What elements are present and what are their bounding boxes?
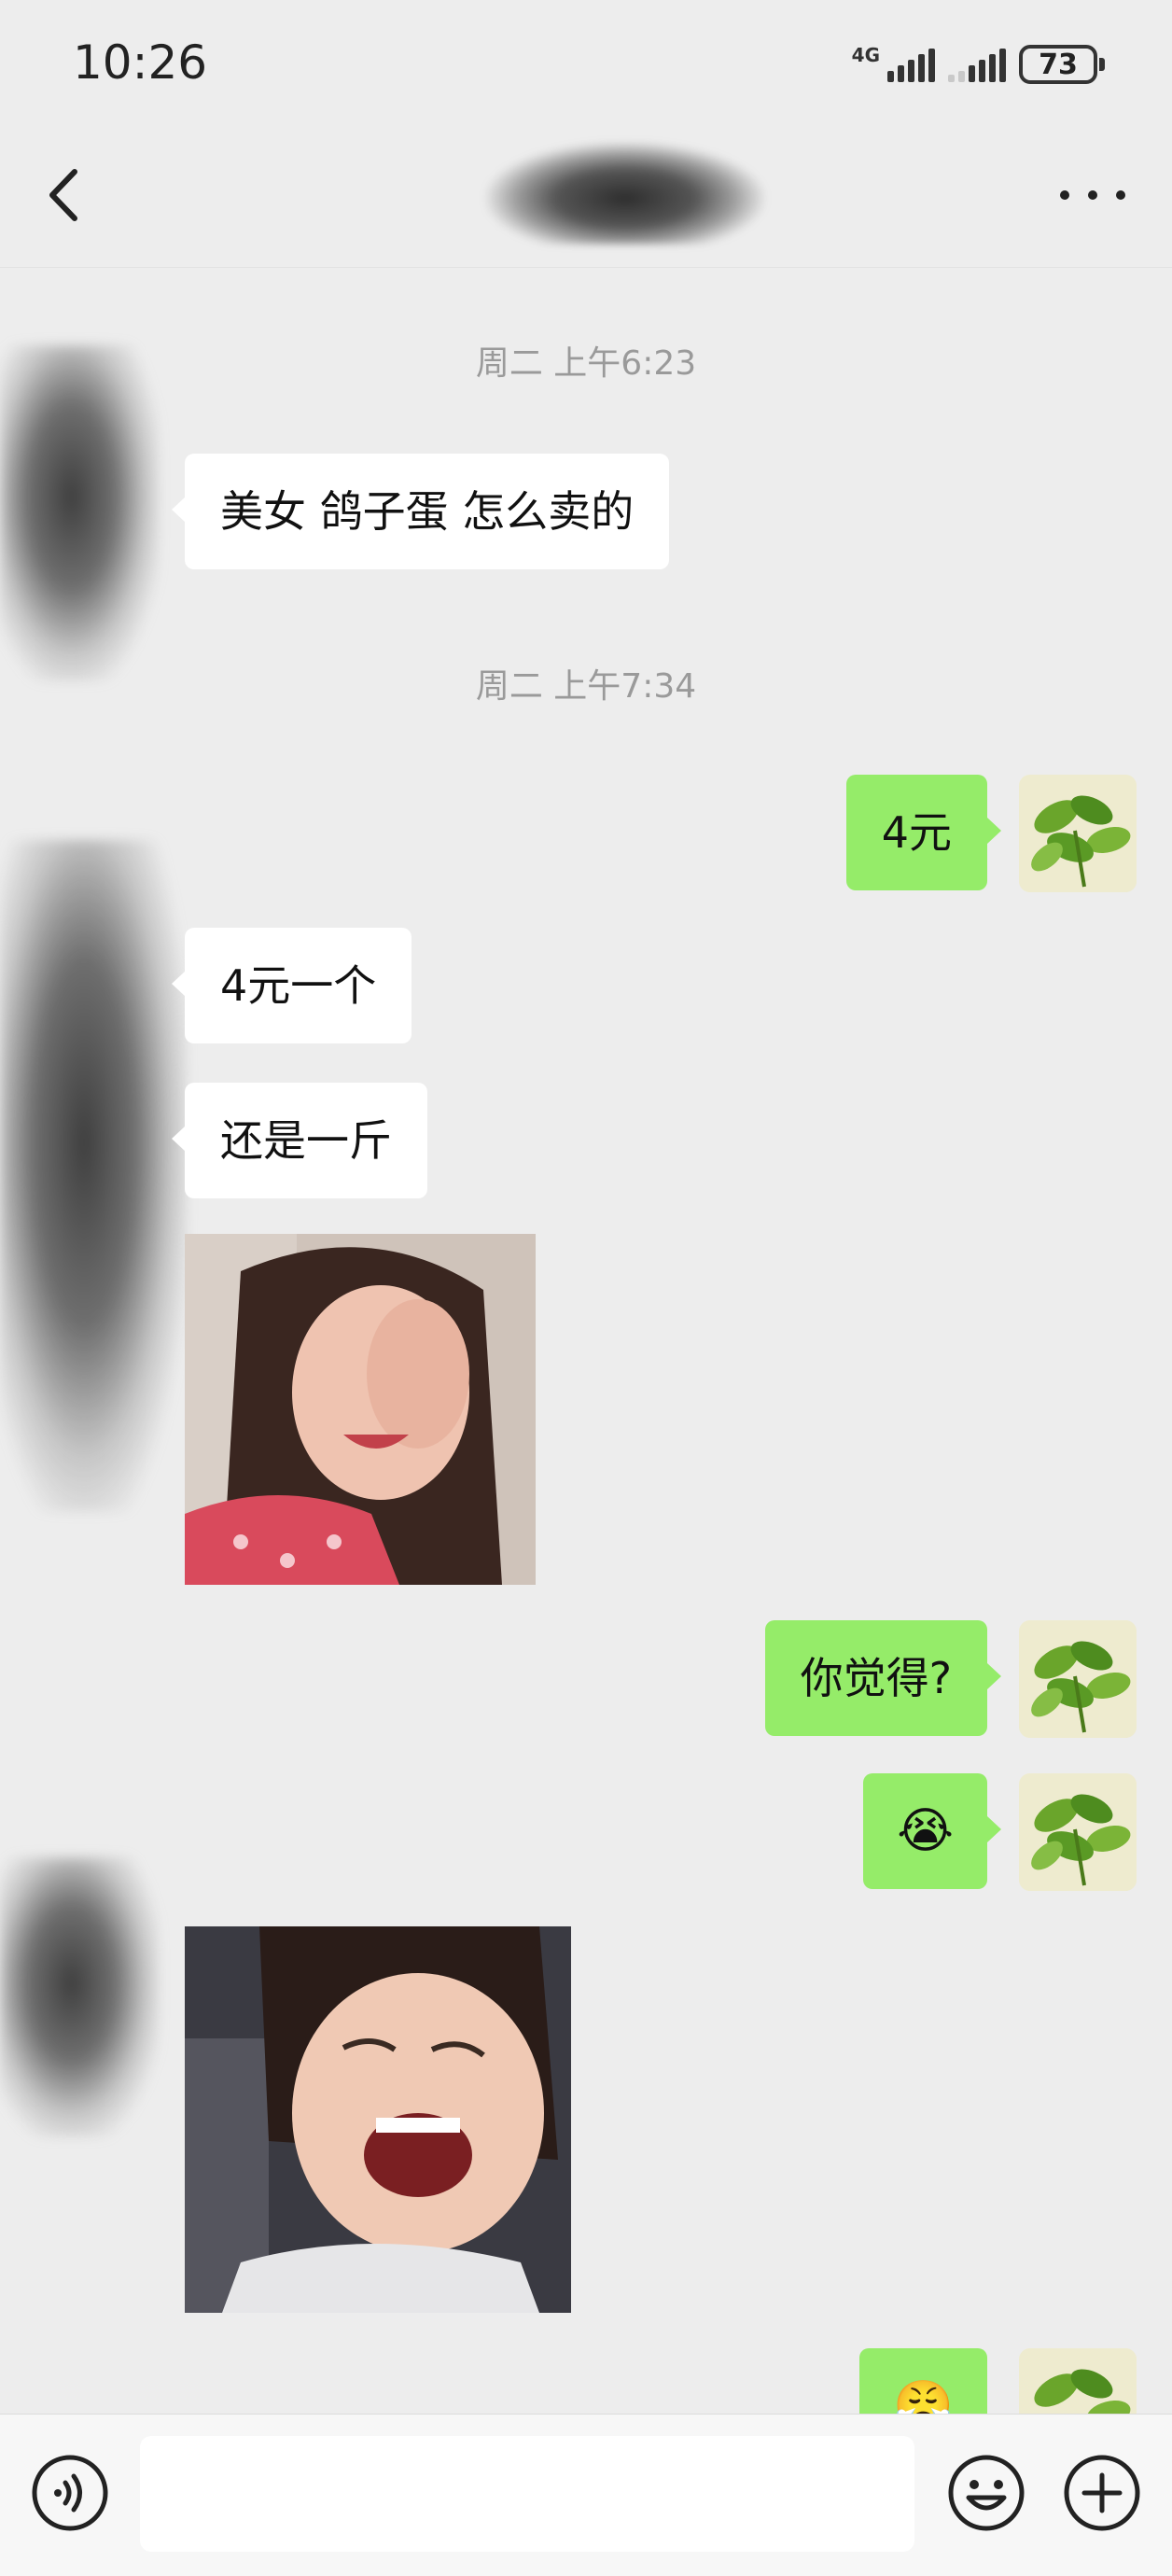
voice-input-button[interactable]: [30, 2453, 110, 2533]
contact-name-redacted: [485, 142, 765, 245]
status-icons: 4G 73: [846, 43, 1105, 86]
leaf-avatar-icon: [1019, 775, 1137, 892]
leaf-avatar-icon: [1019, 1620, 1137, 1738]
voice-icon: [32, 2455, 108, 2531]
message-text: 美女 鸽子蛋 怎么卖的: [220, 486, 635, 537]
back-button[interactable]: [41, 162, 88, 228]
outgoing-message-bubble[interactable]: 😤: [859, 2348, 987, 2414]
user-avatar[interactable]: [1019, 775, 1137, 892]
message-input[interactable]: [140, 2436, 914, 2552]
contact-avatar[interactable]: [0, 1857, 159, 2137]
incoming-message-bubble[interactable]: 美女 鸽子蛋 怎么卖的: [171, 454, 670, 569]
message-timestamp: 周二 上午6:23: [475, 344, 697, 383]
chevron-left-icon: [49, 169, 77, 221]
sticker-image: [185, 1234, 536, 1585]
more-functions-button[interactable]: [1062, 2453, 1142, 2533]
contact-avatar[interactable]: [0, 840, 187, 1512]
emoji-message: 😤: [893, 2378, 954, 2414]
message-text: 还是一斤: [220, 1115, 392, 1166]
nav-divider: [0, 267, 1172, 268]
emoji-icon: [948, 2455, 1025, 2531]
status-time: 10:26: [73, 35, 208, 90]
message-text: 4元: [881, 807, 952, 858]
signal-strength-icon: [887, 47, 935, 82]
plus-icon: [1064, 2455, 1140, 2531]
emoji-message: 😭: [897, 1803, 954, 1859]
leaf-avatar-icon: [1019, 2348, 1137, 2414]
incoming-message-bubble[interactable]: 还是一斤: [172, 1083, 427, 1198]
user-avatar[interactable]: [1019, 1620, 1137, 1738]
more-options-button[interactable]: [1060, 183, 1125, 207]
message-timestamp: 周二 上午7:34: [475, 667, 697, 706]
more-dots-icon: [1060, 190, 1069, 200]
user-avatar[interactable]: [1019, 1773, 1137, 1891]
contact-avatar[interactable]: [0, 345, 159, 681]
network-type: 4G: [851, 44, 880, 66]
outgoing-message-bubble[interactable]: 😭: [863, 1773, 1001, 1889]
battery-level: 73: [1039, 48, 1078, 81]
incoming-image-message[interactable]: [185, 1926, 571, 2313]
message-text: 4元一个: [220, 960, 377, 1011]
battery-icon: 73: [1019, 45, 1105, 84]
sticker-image: [185, 1926, 571, 2313]
incoming-message-bubble[interactable]: 4元一个: [171, 928, 412, 1043]
user-avatar[interactable]: [1019, 2348, 1137, 2414]
leaf-avatar-icon: [1019, 1773, 1137, 1891]
message-text: 你觉得?: [800, 1653, 952, 1703]
emoji-button[interactable]: [946, 2453, 1026, 2533]
incoming-image-message[interactable]: [185, 1234, 536, 1585]
signal-strength-secondary-icon: [948, 47, 1006, 82]
outgoing-message-bubble[interactable]: 4元: [845, 775, 1002, 890]
outgoing-message-bubble[interactable]: 你觉得?: [764, 1620, 1002, 1736]
